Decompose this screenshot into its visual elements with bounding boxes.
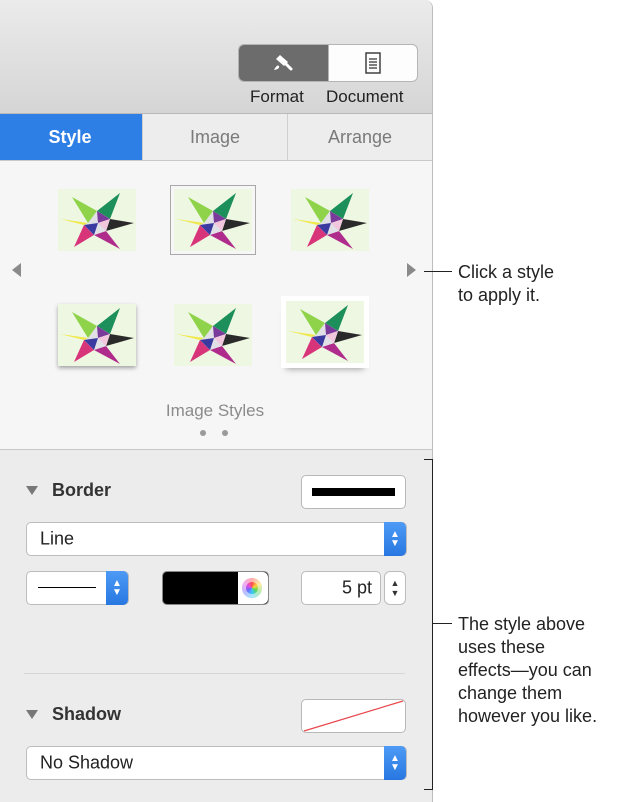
bracket-top	[424, 459, 432, 460]
document-button[interactable]	[327, 45, 418, 81]
line-width-value: 5 pt	[341, 577, 372, 598]
image-styles-caption: Image Styles	[165, 401, 265, 420]
inspector-tabs: Style Image Arrange	[0, 114, 432, 161]
previous-styles-arrow-icon[interactable]	[12, 263, 21, 277]
line-style-preview	[38, 587, 96, 588]
format-label: Format	[250, 87, 304, 106]
origami-star-image	[174, 304, 252, 366]
tab-style[interactable]: Style	[0, 114, 142, 160]
chevron-updown-icon: ▲ ▼	[384, 746, 406, 780]
section-divider	[24, 673, 405, 674]
paintbrush-icon	[274, 55, 293, 71]
document-icon	[365, 52, 381, 74]
format-button[interactable]	[239, 45, 328, 81]
style-callout: Click a style to apply it.	[458, 262, 555, 305]
bracket-bottom	[424, 789, 432, 790]
callout-leader-line	[424, 271, 452, 272]
border-color-well[interactable]	[301, 475, 406, 509]
shadow-type-popup[interactable]: No Shadow ▲ ▼	[26, 746, 407, 780]
shadow-preview-well[interactable]	[301, 699, 406, 733]
bracket-leader	[432, 623, 452, 624]
image-style-5[interactable]	[174, 304, 252, 366]
origami-star-image	[286, 301, 364, 363]
line-width-stepper[interactable]: ▲ ▼	[384, 571, 406, 605]
bracket-vertical	[432, 459, 433, 790]
origami-star-image	[58, 304, 136, 366]
shadow-section-title: Shadow	[52, 704, 122, 724]
next-styles-arrow-icon[interactable]	[407, 263, 416, 277]
effects-callout: The style above uses these effects—you c…	[458, 614, 598, 726]
inspector-segmented-control	[238, 44, 418, 82]
image-style-1[interactable]	[58, 189, 136, 251]
chevron-updown-icon: ▲ ▼	[384, 522, 406, 556]
tab-image[interactable]: Image	[142, 114, 287, 160]
no-shadow-slash-icon	[303, 700, 404, 732]
page-dot-2[interactable]	[222, 430, 228, 436]
page-dot-1[interactable]	[200, 430, 206, 436]
chevron-updown-icon: ▲ ▼	[106, 571, 128, 605]
origami-star-image	[291, 189, 369, 251]
border-type-popup[interactable]: Line ▲ ▼	[26, 522, 407, 556]
inspector-toolbar: Format Document	[0, 0, 432, 114]
origami-star-image	[58, 189, 136, 251]
color-wheel-icon[interactable]	[242, 578, 262, 598]
image-style-3[interactable]	[291, 189, 369, 251]
tab-arrange[interactable]: Arrange	[287, 114, 432, 160]
shadow-disclosure-icon[interactable]	[26, 710, 38, 719]
image-styles-section: Image Styles	[0, 161, 432, 450]
format-inspector: Format Document Style Image Arrange Imag…	[0, 0, 433, 802]
image-style-6[interactable]	[281, 296, 369, 368]
line-color-well[interactable]	[162, 571, 269, 605]
image-style-2[interactable]	[170, 185, 256, 255]
line-style-popup[interactable]: ▲ ▼	[26, 571, 129, 605]
border-disclosure-icon[interactable]	[26, 486, 38, 495]
line-width-field[interactable]: 5 pt	[301, 571, 381, 605]
origami-star-image	[174, 189, 252, 251]
border-type-value: Line	[40, 528, 75, 549]
document-label: Document	[326, 87, 404, 106]
shadow-type-value: No Shadow	[40, 752, 134, 773]
border-section-title: Border	[52, 480, 112, 500]
image-style-4[interactable]	[58, 304, 136, 366]
border-line-preview	[312, 488, 395, 496]
